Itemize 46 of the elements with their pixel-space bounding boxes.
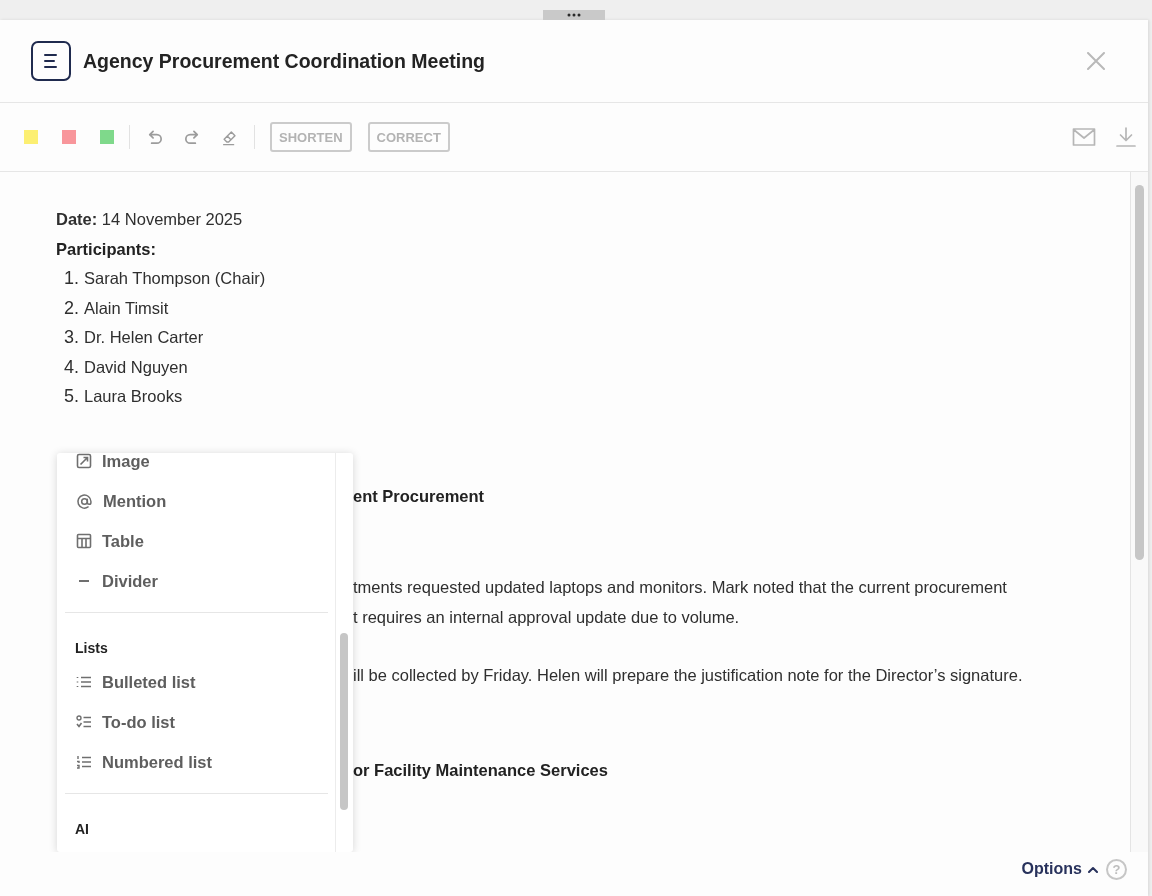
close-icon[interactable] [1087, 52, 1105, 70]
list-number: 4. [64, 355, 79, 379]
window-title: Agency Procurement Coordination Meeting [83, 49, 486, 73]
at-sign-icon [76, 492, 93, 510]
color-swatch-icon[interactable] [24, 130, 38, 144]
color-swatch-icon[interactable] [62, 130, 76, 144]
section-heading: ent Procurement [353, 485, 486, 507]
checklist-icon [76, 715, 92, 729]
text-lines-icon [31, 41, 71, 81]
participant-name: David Nguyen [84, 356, 188, 378]
date-line: Date: 14 November 2025 [56, 209, 244, 230]
eraser-icon[interactable] [221, 128, 239, 146]
menu-item[interactable]: Bulleted list [57, 662, 335, 702]
participants-label: Participants: [56, 238, 157, 260]
paragraph-text: ill be collected by Friday. Helen will prepare the justification note for the Director’s signature. [353, 665, 1024, 686]
paragraph-text: tments requested updated laptops and monitors. Mark noted that the current procurement t requires an internal approval update due to volume. [353, 577, 1008, 628]
section-heading: or Facility Maintenance Services [353, 759, 609, 781]
scrollbar-thumb[interactable] [1135, 185, 1144, 560]
list-number: 1. [64, 267, 79, 290]
download-icon[interactable] [1116, 127, 1136, 147]
menu-item[interactable]: Image [57, 453, 335, 481]
color-swatch-icon[interactable] [100, 130, 114, 144]
image-icon [76, 453, 92, 469]
table-icon [76, 533, 92, 549]
caret-icon [1088, 865, 1098, 873]
participant-name: Dr. Helen Carter [84, 327, 204, 348]
participant-name: Sarah Thompson (Chair) [84, 268, 266, 289]
list-number: 2. [64, 296, 79, 320]
list-number: 3. [64, 326, 79, 349]
menu-section-heading: AI [74, 820, 90, 839]
scrollbar-thumb[interactable] [340, 633, 348, 810]
numbered-list-icon [76, 755, 92, 769]
bulleted-list-icon [76, 675, 92, 689]
menu-item[interactable]: Divider [57, 561, 335, 601]
menu-item[interactable]: Numbered list [57, 742, 335, 782]
drag-handle-icon[interactable] [543, 10, 605, 20]
participant-name: Laura Brooks [84, 386, 183, 407]
dash-icon [76, 579, 92, 583]
list-number: 5. [64, 385, 79, 408]
menu-section-heading: Lists [74, 639, 109, 658]
mail-icon[interactable] [1072, 127, 1096, 147]
options-button[interactable]: Options [1021, 860, 1098, 878]
menu-item[interactable]: Table [57, 521, 335, 561]
menu-item[interactable]: To-do list [57, 702, 335, 742]
menu-item[interactable]: Mention [57, 481, 335, 521]
participant-name: Alain Timsit [84, 297, 169, 319]
